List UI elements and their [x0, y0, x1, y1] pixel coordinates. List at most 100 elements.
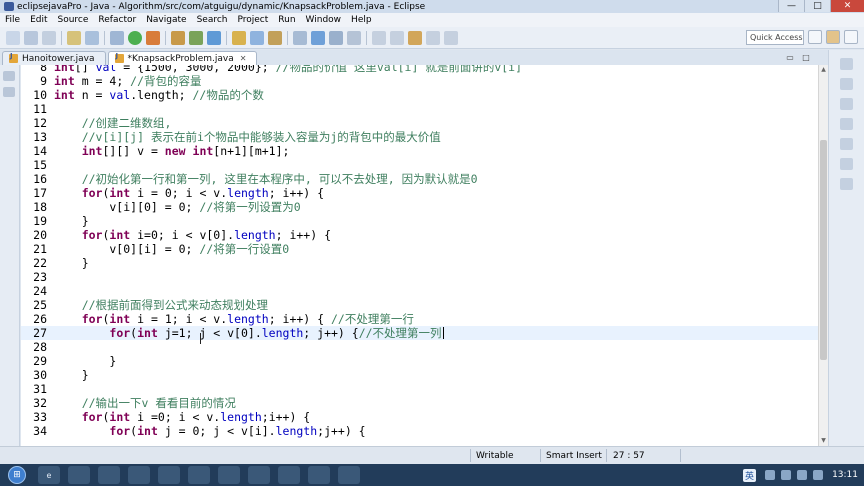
code-line[interactable]: 16 //初始化第一行和第一列, 这里在本程序中, 可以不去处理, 因为默认就是… — [21, 172, 818, 186]
quick-access-input[interactable]: Quick Access — [746, 30, 804, 45]
code-line[interactable]: 24 — [21, 284, 818, 298]
tray-icon[interactable] — [765, 470, 776, 480]
maximize-view-icon[interactable]: □ — [800, 52, 812, 62]
taskbar-app-icon[interactable] — [188, 466, 210, 484]
code-line[interactable]: 29 } — [21, 354, 818, 368]
minimize-view-icon[interactable]: ▭ — [784, 52, 796, 62]
taskbar-app-icon[interactable] — [278, 466, 300, 484]
new-package-icon[interactable] — [189, 30, 203, 45]
last-edit-icon[interactable] — [408, 30, 422, 45]
next-annotation-icon[interactable] — [372, 30, 386, 45]
editor-vertical-scrollbar[interactable]: ▲ ▼ — [818, 65, 828, 446]
tray-icon[interactable] — [781, 470, 792, 480]
maximize-button[interactable]: □ — [804, 0, 830, 12]
menu-source[interactable]: Source — [53, 15, 94, 25]
taskbar-player-icon[interactable] — [98, 466, 120, 484]
code-line[interactable]: 28 — [21, 340, 818, 354]
package-explorer-icon[interactable] — [3, 71, 15, 81]
taskbar-app-icon[interactable] — [338, 466, 360, 484]
code-line[interactable]: 14 int[][] v = new int[n+1][m+1]; — [21, 144, 818, 158]
menu-navigate[interactable]: Navigate — [141, 15, 191, 25]
minimize-button[interactable]: — — [778, 0, 804, 12]
taskbar-app-icon[interactable] — [308, 466, 330, 484]
ime-indicator[interactable]: 英 — [743, 468, 757, 482]
tab-hanoitower[interactable]: Hanoitower.java — [2, 51, 106, 65]
taskbar-app-icon[interactable] — [218, 466, 240, 484]
menu-edit[interactable]: Edit — [25, 15, 52, 25]
scroll-down-arrow[interactable]: ▼ — [820, 437, 827, 445]
problems-icon[interactable] — [840, 98, 853, 110]
open-perspective-icon[interactable] — [808, 30, 822, 44]
code-line[interactable]: 34 for(int j = 0; j < v[i].length;j++) { — [21, 424, 818, 438]
code-line[interactable]: 26 for(int i = 1; i < v.length; i++) { /… — [21, 312, 818, 326]
start-button[interactable]: ⊞ — [8, 466, 26, 484]
debug-icon[interactable] — [110, 30, 124, 45]
open-type-icon[interactable] — [232, 30, 246, 45]
code-line[interactable]: 27 for(int j=1; j < v[0].length; j++) {/… — [21, 326, 818, 340]
pen-icon[interactable] — [268, 30, 282, 45]
run-icon[interactable] — [128, 30, 142, 45]
scroll-up-arrow[interactable]: ▲ — [820, 66, 827, 74]
new-class-icon[interactable] — [207, 30, 221, 45]
volume-icon[interactable] — [813, 470, 824, 480]
network-icon[interactable] — [797, 470, 808, 480]
code-line[interactable]: 30 } — [21, 368, 818, 382]
code-line[interactable]: 22 } — [21, 256, 818, 270]
menu-help[interactable]: Help — [346, 15, 377, 25]
code-line[interactable]: 19 } — [21, 214, 818, 228]
tab-knapsackproblem[interactable]: *KnapsackProblem.java ✕ — [107, 51, 258, 65]
menu-run[interactable]: Run — [273, 15, 300, 25]
code-line[interactable]: 18 v[i][0] = 0; //将第一列设置为0 — [21, 200, 818, 214]
taskbar-explorer-icon[interactable] — [68, 466, 90, 484]
save-all-icon[interactable] — [42, 30, 56, 45]
annotation-icon[interactable] — [293, 30, 307, 45]
menu-project[interactable]: Project — [232, 15, 273, 25]
debug-perspective-icon[interactable] — [844, 30, 858, 44]
code-line[interactable]: 33 for(int i =0; i < v.length;i++) { — [21, 410, 818, 424]
save-icon[interactable] — [24, 30, 38, 45]
code-line[interactable]: 12 //创建二维数组, — [21, 116, 818, 130]
taskbar-clock[interactable]: 13:11 — [832, 470, 858, 480]
new-icon[interactable] — [6, 30, 20, 45]
taskbar-app-icon[interactable] — [158, 466, 180, 484]
task-list-icon[interactable] — [840, 78, 853, 90]
back-icon[interactable] — [426, 30, 440, 45]
terminal-icon[interactable] — [67, 30, 81, 45]
code-line[interactable]: 21 v[0][i] = 0; //将第一行设置0 — [21, 242, 818, 256]
restore-icon[interactable] — [840, 178, 853, 190]
block-selection-icon[interactable] — [347, 30, 361, 45]
code-line[interactable]: 10 int n = val.length; //物品的个数 — [21, 88, 818, 102]
console-icon[interactable] — [840, 158, 853, 170]
previous-annotation-icon[interactable] — [390, 30, 404, 45]
code-line[interactable]: 31 — [21, 382, 818, 396]
menu-window[interactable]: Window — [301, 15, 347, 25]
close-tab-icon[interactable]: ✕ — [240, 54, 247, 63]
taskbar-ie-icon[interactable]: e — [38, 466, 60, 484]
code-line[interactable]: 20 for(int i=0; i < v[0].length; i++) { — [21, 228, 818, 242]
close-button[interactable]: ✕ — [830, 0, 864, 12]
code-line[interactable]: 8 int[] val = {1500, 3000, 2000}; //物品的价值… — [21, 65, 818, 74]
toggle-mark-occurrences-icon[interactable] — [311, 30, 325, 45]
taskbar-app-icon[interactable] — [128, 466, 150, 484]
javadoc-icon[interactable] — [840, 118, 853, 130]
code-line[interactable]: 25 //根据前面得到公式来动态规划处理 — [21, 298, 818, 312]
code-line[interactable]: 11 — [21, 102, 818, 116]
outline-icon[interactable] — [840, 58, 853, 70]
code-line[interactable]: 23 — [21, 270, 818, 284]
menu-search[interactable]: Search — [192, 15, 233, 25]
search-icon[interactable] — [250, 30, 264, 45]
declaration-icon[interactable] — [840, 138, 853, 150]
code-line[interactable]: 15 — [21, 158, 818, 172]
code-line[interactable]: 17 for(int i = 0; i < v.length; i++) { — [21, 186, 818, 200]
taskbar-app-icon[interactable] — [248, 466, 270, 484]
code-line[interactable]: 32 //输出一下v 看看目前的情况 — [21, 396, 818, 410]
skip-breakpoints-icon[interactable] — [85, 30, 99, 45]
java-perspective-icon[interactable] — [826, 30, 840, 44]
external-tools-icon[interactable] — [146, 30, 160, 45]
forward-icon[interactable] — [444, 30, 458, 45]
menu-refactor[interactable]: Refactor — [93, 15, 141, 25]
code-line[interactable]: 9 int m = 4; //背包的容量 — [21, 74, 818, 88]
code-editor[interactable]: 8 int[] val = {1500, 3000, 2000}; //物品的价值… — [21, 65, 818, 446]
restore-icon[interactable] — [3, 87, 15, 97]
new-java-project-icon[interactable] — [171, 30, 185, 45]
